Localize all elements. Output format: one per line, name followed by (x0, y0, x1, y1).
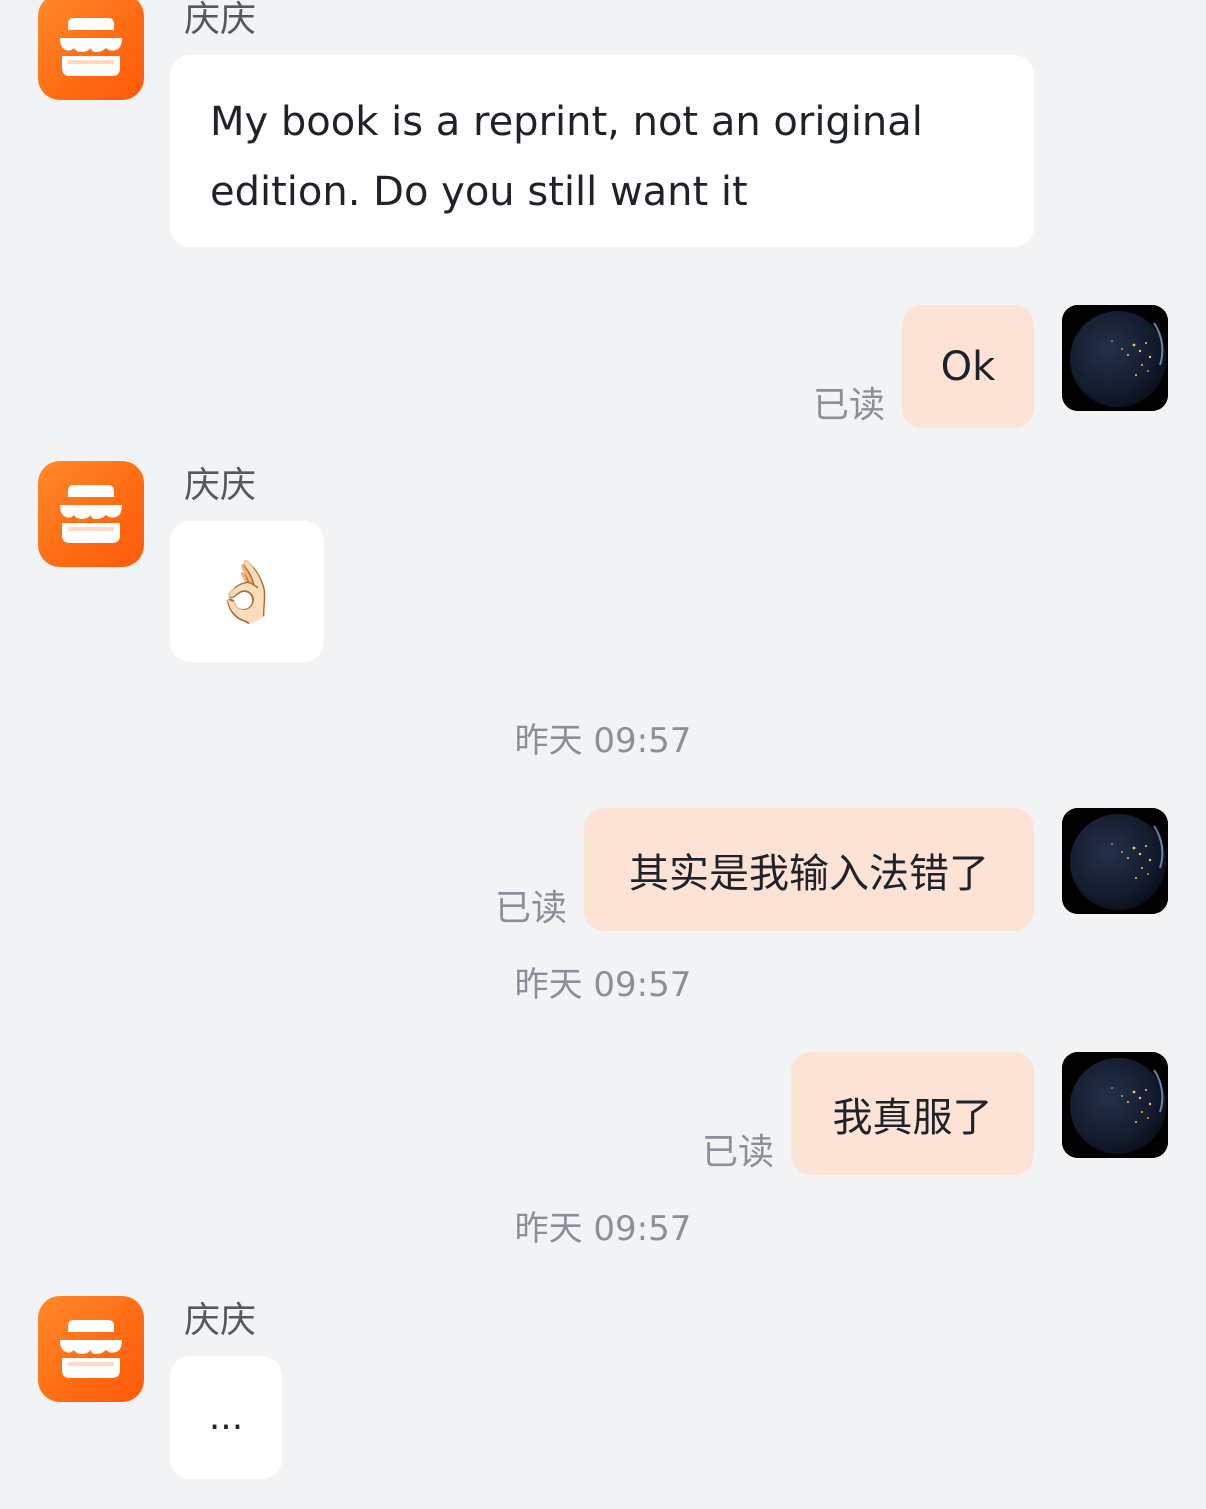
message-timestamp: 昨天 09:57 (514, 965, 692, 1005)
outgoing-message-bubble[interactable]: 其实是我输入法错了 (584, 808, 1034, 931)
message-text: ... (208, 1397, 244, 1438)
shop-avatar[interactable] (38, 0, 144, 100)
earth-icon (1062, 808, 1168, 914)
incoming-emoji-bubble[interactable]: 👌🏻 (170, 521, 324, 662)
sender-name: 庆庆 (184, 465, 257, 506)
outgoing-message-bubble[interactable]: 我真服了 (791, 1052, 1034, 1175)
earth-icon (1062, 305, 1168, 411)
incoming-message-bubble[interactable]: My book is a reprint, not an original ed… (170, 55, 1034, 247)
read-status: 已读 (702, 1132, 775, 1173)
message-timestamp: 昨天 09:57 (514, 1209, 692, 1249)
message-timestamp: 昨天 09:57 (514, 721, 692, 761)
incoming-message-bubble[interactable]: ... (170, 1356, 282, 1479)
message-text: Ok (940, 343, 996, 390)
message-text: 其实是我输入法错了 (629, 850, 989, 897)
ok-hand-emoji: 👌🏻 (209, 556, 285, 627)
read-status: 已读 (495, 888, 568, 929)
user-avatar[interactable] (1062, 305, 1168, 411)
message-text: My book is a reprint, not an original ed… (210, 99, 923, 215)
shop-avatar[interactable] (38, 461, 144, 567)
sender-name: 庆庆 (184, 0, 257, 40)
user-avatar[interactable] (1062, 808, 1168, 914)
earth-icon (1062, 1052, 1168, 1158)
shop-avatar[interactable] (38, 1296, 144, 1402)
read-status: 已读 (813, 385, 886, 426)
outgoing-message-bubble[interactable]: Ok (902, 305, 1034, 428)
store-icon (38, 461, 144, 567)
store-icon (38, 0, 144, 100)
message-text: 我真服了 (832, 1094, 993, 1141)
sender-name: 庆庆 (184, 1300, 257, 1341)
store-icon (38, 1296, 144, 1402)
user-avatar[interactable] (1062, 1052, 1168, 1158)
